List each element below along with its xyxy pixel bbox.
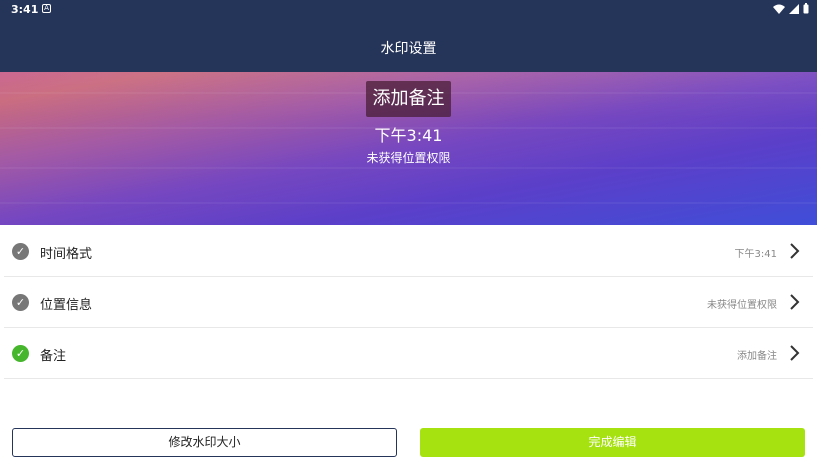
battery-icon bbox=[803, 3, 809, 14]
row-label: 位置信息 bbox=[40, 298, 93, 313]
chevron-right-icon bbox=[790, 294, 800, 310]
page-title: 水印设置 bbox=[380, 41, 437, 57]
row-value: 未获得位置权限 bbox=[707, 300, 777, 311]
wave-line bbox=[0, 167, 817, 169]
row-label: 时间格式 bbox=[40, 247, 93, 262]
row-label: 备注 bbox=[40, 349, 67, 364]
settings-list: ✓ 时间格式 下午3:41 ✓ 位置信息 未获得位置权限 ✓ 备注 添加备注 bbox=[4, 226, 813, 379]
resize-watermark-button[interactable]: 修改水印大小 bbox=[12, 428, 397, 457]
status-bar: 3:41 A bbox=[0, 0, 817, 19]
signal-icon bbox=[789, 3, 799, 14]
app-bar: 水印设置 bbox=[0, 19, 817, 72]
settings-row-time-format[interactable]: ✓ 时间格式 下午3:41 bbox=[4, 226, 813, 277]
check-icon[interactable]: ✓ bbox=[12, 345, 29, 362]
status-time: 3:41 bbox=[11, 3, 39, 16]
watermark-location: 未获得位置权限 bbox=[366, 151, 451, 165]
settings-row-location[interactable]: ✓ 位置信息 未获得位置权限 bbox=[4, 277, 813, 328]
done-editing-button[interactable]: 完成编辑 bbox=[420, 428, 805, 457]
chevron-right-icon bbox=[790, 243, 800, 259]
status-icons bbox=[773, 3, 809, 14]
settings-row-note[interactable]: ✓ 备注 添加备注 bbox=[4, 328, 813, 379]
row-value: 添加备注 bbox=[737, 351, 777, 362]
row-value: 下午3:41 bbox=[734, 249, 777, 260]
a-icon: A bbox=[42, 4, 51, 13]
watermark-time: 下午3:41 bbox=[374, 126, 443, 145]
watermark-note[interactable]: 添加备注 bbox=[366, 81, 451, 117]
wifi-icon bbox=[773, 4, 785, 14]
wave-line bbox=[0, 202, 817, 204]
check-icon[interactable]: ✓ bbox=[12, 243, 29, 260]
check-icon[interactable]: ✓ bbox=[12, 294, 29, 311]
watermark-preview: 添加备注 下午3:41 未获得位置权限 bbox=[0, 72, 817, 225]
chevron-right-icon bbox=[790, 345, 800, 361]
